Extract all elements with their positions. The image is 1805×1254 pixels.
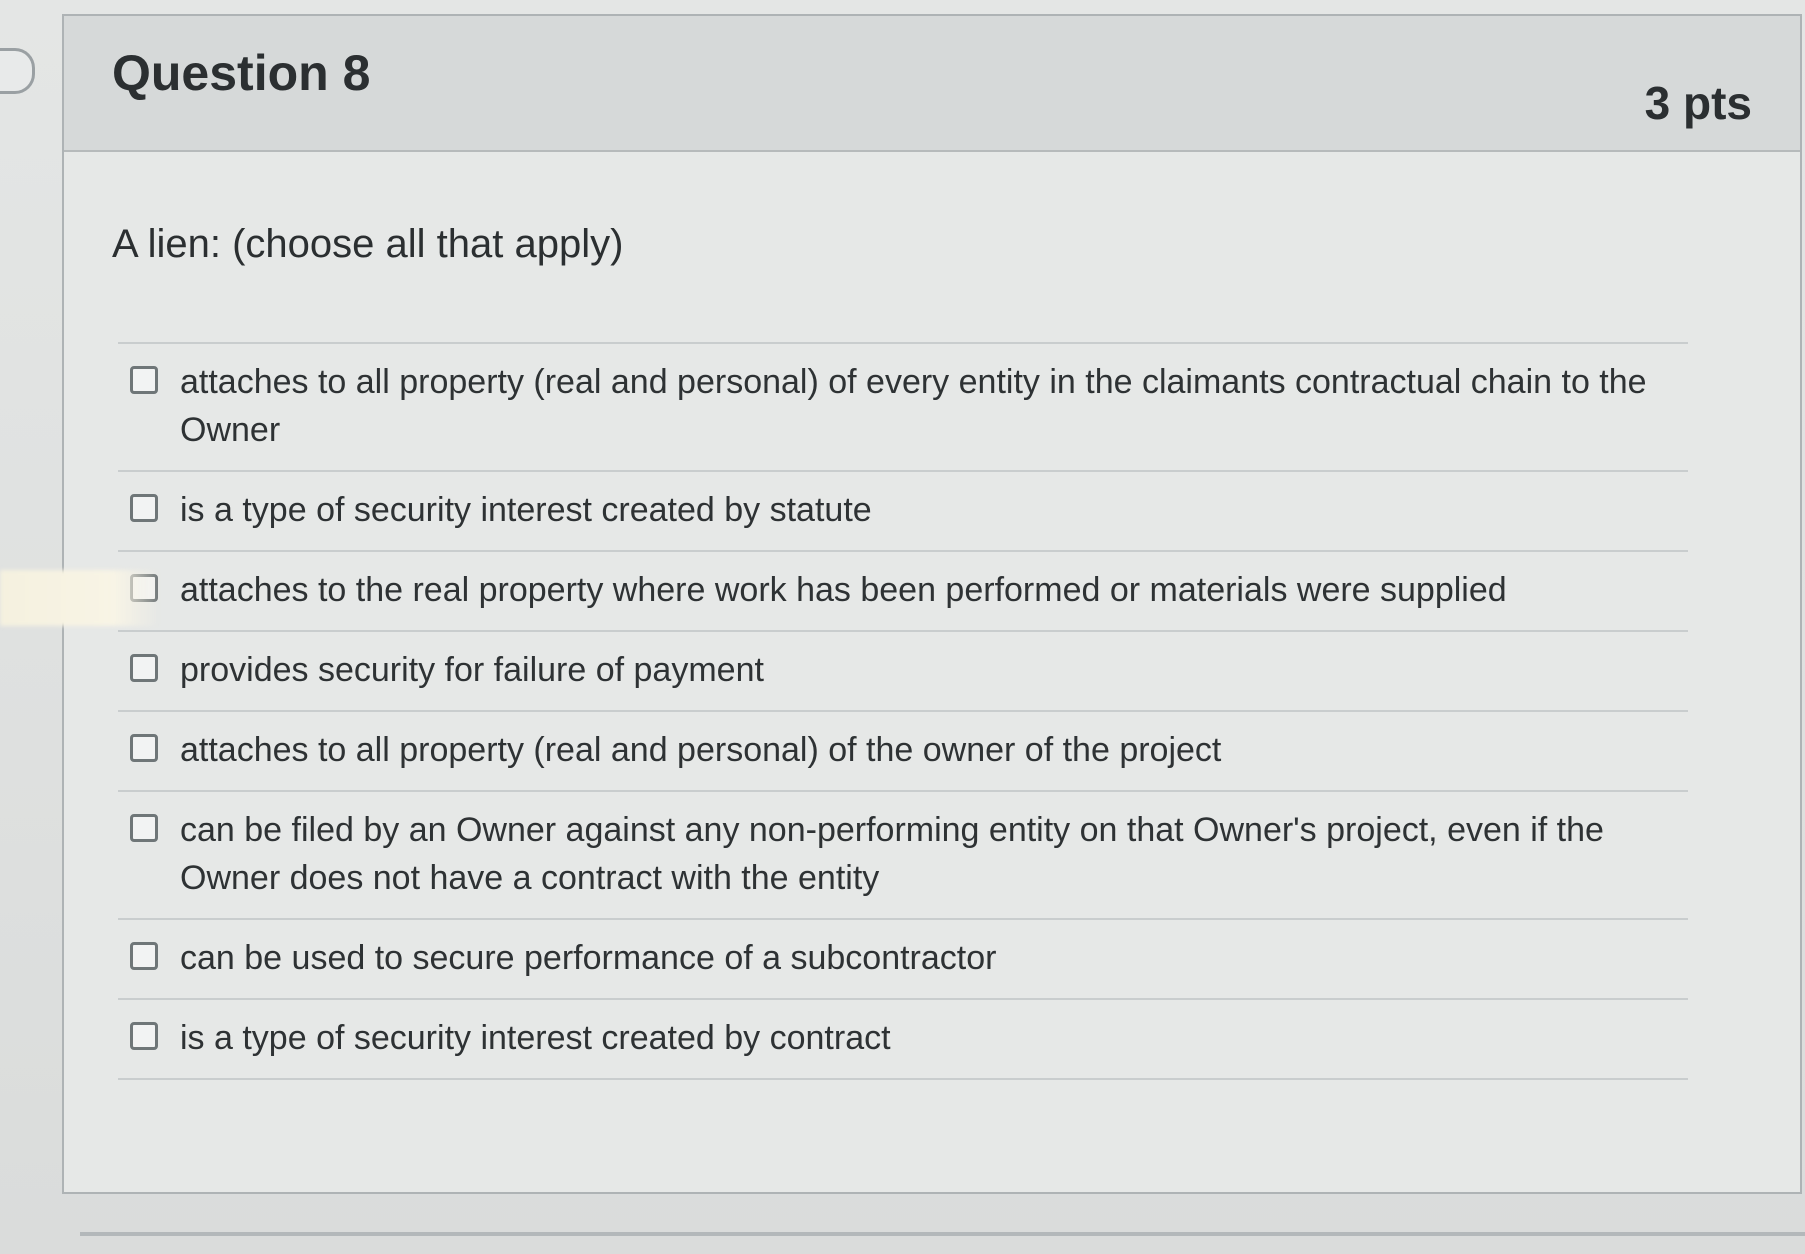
checkbox[interactable] bbox=[130, 942, 158, 970]
answer-list: attaches to all property (real and perso… bbox=[118, 342, 1688, 1080]
question-prompt: A lien: (choose all that apply) bbox=[112, 222, 624, 266]
answer-option[interactable]: can be used to secure performance of a s… bbox=[118, 920, 1688, 1000]
checkbox[interactable] bbox=[130, 1022, 158, 1050]
question-body: A lien: (choose all that apply) attaches… bbox=[64, 152, 1800, 1192]
checkbox[interactable] bbox=[130, 734, 158, 762]
flag-question-icon[interactable] bbox=[0, 48, 35, 94]
checkbox[interactable] bbox=[130, 494, 158, 522]
checkbox[interactable] bbox=[130, 366, 158, 394]
next-question-edge bbox=[80, 1232, 1805, 1236]
question-title: Question 8 bbox=[112, 45, 371, 101]
answer-option[interactable]: attaches to the real property where work… bbox=[118, 552, 1688, 632]
answer-label[interactable]: attaches to all property (real and perso… bbox=[180, 726, 1221, 774]
answer-label[interactable]: attaches to the real property where work… bbox=[180, 566, 1507, 614]
answer-label[interactable]: can be used to secure performance of a s… bbox=[180, 934, 996, 982]
answer-label[interactable]: provides security for failure of payment bbox=[180, 646, 764, 694]
answer-option[interactable]: attaches to all property (real and perso… bbox=[118, 344, 1688, 472]
answer-option[interactable]: is a type of security interest created b… bbox=[118, 1000, 1688, 1080]
answer-label[interactable]: can be filed by an Owner against any non… bbox=[180, 806, 1668, 902]
question-points: 3 pts bbox=[1644, 77, 1752, 129]
answer-label[interactable]: attaches to all property (real and perso… bbox=[180, 358, 1668, 454]
question-card: Question 8 3 pts A lien: (choose all tha… bbox=[62, 14, 1802, 1194]
answer-option[interactable]: can be filed by an Owner against any non… bbox=[118, 792, 1688, 920]
checkbox[interactable] bbox=[130, 814, 158, 842]
answer-option[interactable]: is a type of security interest created b… bbox=[118, 472, 1688, 552]
screen-glare bbox=[0, 570, 160, 626]
page: Question 8 3 pts A lien: (choose all tha… bbox=[0, 0, 1805, 1254]
answer-option[interactable]: attaches to all property (real and perso… bbox=[118, 712, 1688, 792]
answer-label[interactable]: is a type of security interest created b… bbox=[180, 1014, 891, 1062]
answer-option[interactable]: provides security for failure of payment bbox=[118, 632, 1688, 712]
question-header: Question 8 3 pts bbox=[64, 16, 1800, 152]
answer-label[interactable]: is a type of security interest created b… bbox=[180, 486, 872, 534]
checkbox[interactable] bbox=[130, 654, 158, 682]
